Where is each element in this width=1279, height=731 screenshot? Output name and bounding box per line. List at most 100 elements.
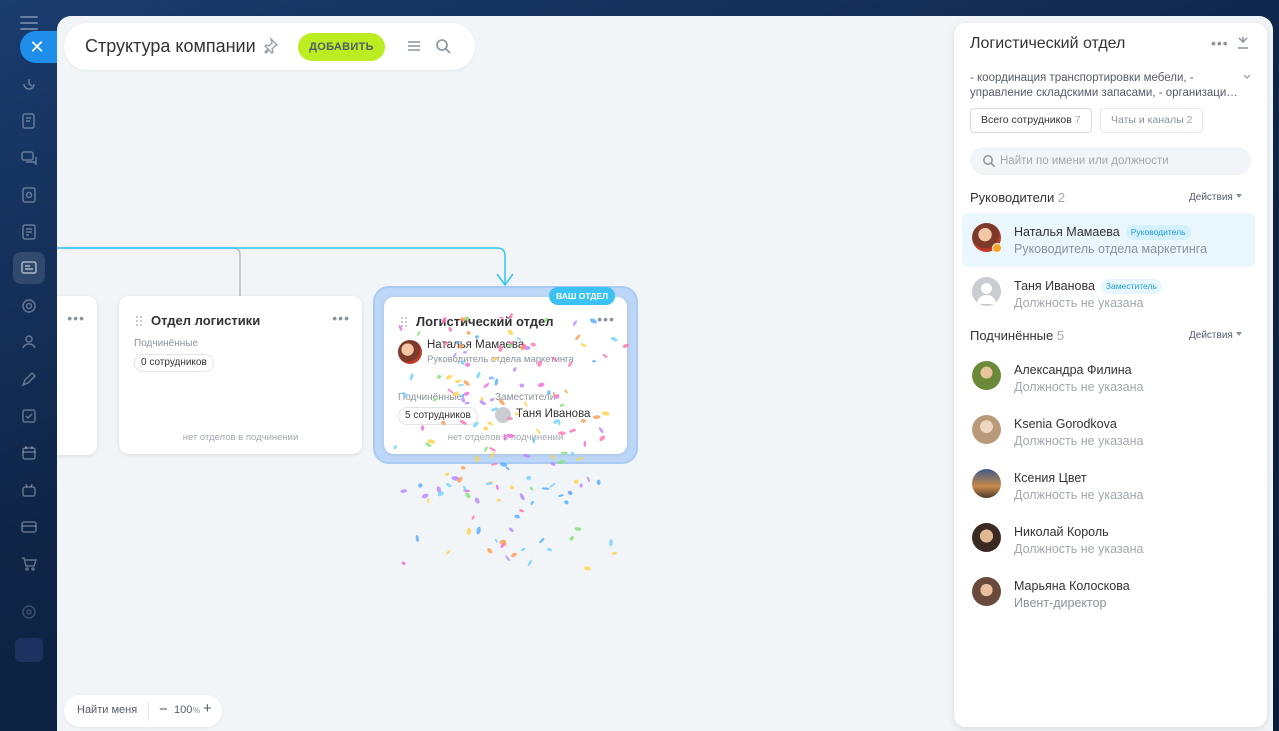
section-label: Подчинённые	[970, 328, 1054, 343]
panel-title: Логистический отдел	[970, 35, 1126, 52]
rail-item-docs[interactable]	[17, 220, 41, 244]
left-rail: ✕	[0, 0, 60, 731]
rail-item-tasks[interactable]	[17, 109, 41, 133]
department-card-logistics[interactable]: Отдел логистики ••• Подчинённые 0 сотруд…	[119, 296, 362, 454]
role-badge: Заместитель	[1100, 279, 1162, 294]
drag-handle-icon[interactable]	[400, 316, 408, 328]
subordinates-count[interactable]: 0 сотрудников	[134, 354, 214, 372]
card-title: Логистический отдел	[416, 314, 554, 329]
tab-all-employees[interactable]: Всего сотрудников 7	[970, 108, 1092, 133]
list-item-employee[interactable]: Николай Король Должность не указана	[962, 513, 1255, 567]
rail-item-disk[interactable]	[17, 183, 41, 207]
list-item-head[interactable]: Наталья Мамаева Руководитель Руководитель…	[962, 213, 1255, 267]
rail-bottom-widget[interactable]	[15, 638, 43, 662]
robot-icon	[22, 483, 36, 497]
person-position: Должность не указана	[1014, 542, 1144, 556]
employee-search-input[interactable]	[1000, 151, 1240, 171]
list-item-employee[interactable]: Марьяна Колоскова Ивент-директор	[962, 567, 1255, 621]
subordinates-count[interactable]: 5 сотрудников	[398, 407, 478, 425]
subordinates-actions-dropdown[interactable]: Действия	[1189, 330, 1242, 341]
add-button[interactable]: ДОБАВИТЬ	[298, 33, 385, 61]
list-item-employee[interactable]: Ксения Цвет Должность не указана	[962, 459, 1255, 513]
avatar[interactable]	[398, 340, 422, 364]
rail-item-shop[interactable]	[17, 552, 41, 576]
rail-item-sign[interactable]	[17, 367, 41, 391]
connector-blue	[57, 247, 506, 284]
rail-item-goals[interactable]	[17, 294, 41, 318]
rail-item-activity[interactable]	[17, 72, 41, 96]
drag-handle-icon[interactable]	[135, 315, 143, 327]
menu-icon[interactable]	[406, 38, 422, 54]
zoom-out-button[interactable]: −	[159, 701, 168, 718]
avatar	[972, 415, 1001, 444]
person-position: Руководитель отдела маркетинга	[1014, 242, 1208, 256]
head-position: Руководитель отдела маркетинга	[427, 354, 574, 365]
pen-icon	[21, 371, 37, 387]
pin-icon[interactable]	[264, 37, 282, 55]
department-description: - координация транспортировки мебели, - …	[970, 72, 1238, 99]
rail-item-payments[interactable]	[17, 515, 41, 539]
section-label: Руководители	[970, 190, 1055, 205]
head-name[interactable]: Наталья Мамаева	[427, 339, 524, 351]
people-icon	[22, 335, 36, 349]
avatar-placeholder-icon	[972, 277, 1001, 306]
rail-item-company[interactable]	[13, 252, 45, 284]
checkbox-icon	[22, 409, 36, 423]
zoom-in-button[interactable]: +	[203, 700, 212, 717]
person-name: Александра Филина	[1014, 363, 1132, 377]
hamburger-icon[interactable]	[20, 16, 38, 30]
person-name: Ксения Цвет	[1014, 471, 1087, 485]
name-text: Наталья Мамаева	[1014, 225, 1120, 239]
rail-item-people[interactable]	[17, 330, 41, 354]
your-department-badge: ВАШ ОТДЕЛ	[549, 287, 616, 305]
rail-item-checklist[interactable]	[17, 404, 41, 428]
department-card-offscreen[interactable]: •••	[57, 296, 97, 455]
tab-count: 7	[1074, 114, 1081, 126]
card-icon	[21, 521, 37, 533]
avatar[interactable]	[495, 407, 511, 423]
actions-label: Действия	[1189, 192, 1233, 203]
search-icon	[983, 155, 996, 168]
chevron-down-icon[interactable]	[1241, 71, 1253, 83]
panel-more-icon[interactable]: •••	[1211, 35, 1229, 51]
rail-item-chats[interactable]	[17, 146, 41, 170]
avatar	[972, 469, 1001, 498]
rail-item-settings[interactable]	[17, 600, 41, 624]
close-icon: ✕	[29, 37, 45, 57]
person-name: Николай Король	[1014, 525, 1109, 539]
subordinates-label: Подчинённые	[398, 392, 463, 403]
avatar	[972, 523, 1001, 552]
avatar	[972, 577, 1001, 606]
deputies-label: Заместители	[495, 392, 556, 403]
activity-icon	[23, 79, 35, 90]
card-more-icon[interactable]: •••	[597, 311, 615, 327]
person-position: Должность не указана	[1014, 380, 1144, 394]
rail-item-bot[interactable]	[17, 478, 41, 502]
list-item-employee[interactable]: Ksenia Gorodkova Должность не указана	[962, 405, 1255, 459]
list-item-head[interactable]: Таня Иванова Заместитель Должность не ука…	[962, 267, 1255, 321]
card-title: Отдел логистики	[151, 313, 261, 328]
card-more-icon[interactable]: •••	[67, 310, 85, 326]
tab-chats-channels[interactable]: Чаты и каналы 2	[1100, 108, 1204, 133]
zoom-level: 100	[174, 704, 193, 716]
department-card-logistics-current[interactable]: Логистический отдел ••• Наталья Мамаева …	[384, 297, 627, 454]
search-icon[interactable]	[434, 37, 452, 55]
person-name: Марьяна Колоскова	[1014, 579, 1130, 593]
actions-label: Действия	[1189, 330, 1233, 341]
company-structure-icon	[21, 261, 37, 274]
list-item-employee[interactable]: Александра Филина Должность не указана	[962, 351, 1255, 405]
subordinates-section-title: Подчинённые 5	[970, 328, 1064, 343]
cart-icon	[22, 557, 38, 571]
person-position: Должность не указана	[1014, 296, 1144, 310]
deputy-name[interactable]: Таня Иванова	[516, 408, 590, 420]
tab-count: 2	[1186, 114, 1193, 126]
rail-item-calendar[interactable]	[17, 441, 41, 465]
card-more-icon[interactable]: •••	[332, 310, 350, 326]
subordinates-label: Подчинённые	[134, 338, 199, 349]
find-me-button[interactable]: Найти меня	[77, 704, 137, 716]
person-position: Ивент-директор	[1014, 596, 1107, 610]
heads-actions-dropdown[interactable]: Действия	[1189, 192, 1242, 203]
no-subdepartments-note: нет отделов в подчинении	[182, 432, 299, 443]
close-slider-button[interactable]: ✕	[20, 31, 60, 63]
collapse-panel-icon[interactable]	[1236, 36, 1250, 50]
